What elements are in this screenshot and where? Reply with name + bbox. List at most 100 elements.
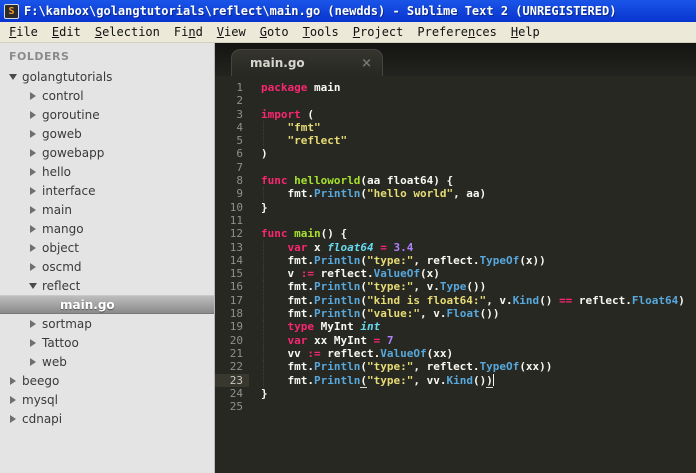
code-line-22[interactable]: 22 fmt.Println("type:", reflect.TypeOf(x… bbox=[215, 360, 696, 374]
line-code: fmt.Println("type:", v.Type()) bbox=[261, 280, 487, 294]
line-number: 15 bbox=[229, 267, 243, 281]
tree-item-label: reflect bbox=[42, 278, 81, 293]
code-line-23[interactable]: 23 fmt.Println("type:", vv.Kind()) bbox=[215, 373, 696, 388]
code-line-4[interactable]: 4 "fmt" bbox=[215, 120, 696, 135]
tree-item-goweb[interactable]: goweb bbox=[0, 124, 214, 143]
tree-item-beego[interactable]: beego bbox=[0, 371, 214, 390]
indent-guide bbox=[263, 280, 264, 294]
main-area: FOLDERS golangtutorials control goroutine g… bbox=[0, 43, 696, 473]
expand-arrow-icon[interactable] bbox=[28, 317, 42, 331]
menu-item-tools[interactable]: Tools bbox=[296, 23, 346, 41]
code-line-5[interactable]: 5 "reflect" bbox=[215, 134, 696, 148]
code-line-19[interactable]: 19 type MyInt int bbox=[215, 320, 696, 334]
menu-item-project[interactable]: Project bbox=[346, 23, 411, 41]
line-code: } bbox=[261, 386, 268, 400]
expand-arrow-icon[interactable] bbox=[28, 108, 42, 122]
tree-item-oscmd[interactable]: oscmd bbox=[0, 257, 214, 276]
menu-item-edit[interactable]: Edit bbox=[45, 23, 88, 41]
expand-arrow-icon[interactable] bbox=[28, 260, 42, 274]
tree-item-main-go[interactable]: main.go bbox=[0, 295, 214, 314]
expand-arrow-icon[interactable] bbox=[28, 127, 42, 141]
indent-guide bbox=[263, 120, 264, 135]
code-line-17[interactable]: 17 fmt.Println("kind is float64:", v.Kin… bbox=[215, 293, 696, 308]
expand-arrow-icon[interactable] bbox=[8, 393, 22, 407]
code-line-1[interactable]: 1 package main bbox=[215, 81, 696, 94]
line-number: 7 bbox=[236, 160, 243, 174]
tree-item-gowebapp[interactable]: gowebapp bbox=[0, 143, 214, 162]
tab-close-icon[interactable]: × bbox=[361, 57, 372, 70]
editor[interactable]: 1 package main 2 3 import (4 "fmt" 5 "reflect… bbox=[215, 76, 696, 473]
menu-item-find[interactable]: Find bbox=[167, 23, 210, 41]
code-line-18[interactable]: 18 fmt.Println("value:", v.Float()) bbox=[215, 307, 696, 321]
code-line-20[interactable]: 20 var xx MyInt = 7 bbox=[215, 333, 696, 347]
code-line-14[interactable]: 14 fmt.Println("type:", reflect.TypeOf(x… bbox=[215, 253, 696, 268]
line-code: package main bbox=[261, 81, 341, 94]
expand-arrow-icon[interactable] bbox=[28, 184, 42, 198]
tree-item-interface[interactable]: interface bbox=[0, 181, 214, 200]
expand-arrow-icon[interactable] bbox=[28, 203, 42, 217]
code-line-15[interactable]: 15 v := reflect.ValueOf(x) bbox=[215, 267, 696, 281]
code-line-25[interactable]: 25 bbox=[215, 400, 696, 413]
tree-item-goroutine[interactable]: goroutine bbox=[0, 105, 214, 124]
code-line-3[interactable]: 3 import ( bbox=[215, 108, 696, 121]
line-number: 2 bbox=[236, 94, 243, 108]
menu-item-preferences[interactable]: Preferences bbox=[410, 23, 504, 41]
code-line-7[interactable]: 7 bbox=[215, 161, 696, 174]
tab-main-go[interactable]: main.go × bbox=[231, 49, 383, 76]
menu-item-goto[interactable]: Goto bbox=[253, 23, 296, 41]
tree-item-golangtutorials[interactable]: golangtutorials bbox=[0, 67, 214, 86]
expand-arrow-icon[interactable] bbox=[28, 222, 42, 236]
tree-item-control[interactable]: control bbox=[0, 86, 214, 105]
text-caret bbox=[492, 373, 494, 386]
menu-item-file[interactable]: File bbox=[2, 23, 45, 41]
code-line-24[interactable]: 24} bbox=[215, 387, 696, 400]
expand-arrow-icon[interactable] bbox=[28, 355, 42, 369]
line-number: 20 bbox=[229, 333, 243, 347]
tree-item-label: hello bbox=[42, 164, 71, 179]
tree-item-sortmap[interactable]: sortmap bbox=[0, 314, 214, 333]
menu-item-help[interactable]: Help bbox=[504, 23, 547, 41]
expand-arrow-icon[interactable] bbox=[28, 146, 42, 160]
expand-arrow-icon[interactable] bbox=[8, 412, 22, 426]
collapse-arrow-icon[interactable] bbox=[8, 70, 22, 84]
expand-arrow-icon[interactable] bbox=[28, 165, 42, 179]
code-line-21[interactable]: 21 vv := reflect.ValueOf(xx) bbox=[215, 346, 696, 361]
line-number: 3 bbox=[236, 107, 243, 121]
code-line-2[interactable]: 2 bbox=[215, 94, 696, 107]
tree-item-label: goweb bbox=[42, 126, 82, 141]
code-line-8[interactable]: 8 func helloworld(aa float64) { bbox=[215, 174, 696, 187]
tree-item-object[interactable]: object bbox=[0, 238, 214, 257]
line-number: 11 bbox=[229, 213, 243, 227]
expand-arrow-icon[interactable] bbox=[28, 89, 42, 103]
line-code: fmt.Println("type:", reflect.TypeOf(x)) bbox=[261, 253, 546, 268]
line-code: var xx MyInt = 7 bbox=[249, 333, 393, 347]
code-line-13[interactable]: 13 var x float64 = 3.4 bbox=[215, 240, 696, 254]
code-line-12[interactable]: 12 func main() { bbox=[215, 227, 696, 240]
tree-item-mysql[interactable]: mysql bbox=[0, 390, 214, 409]
code-line-16[interactable]: 16 fmt.Println("type:", v.Type()) bbox=[215, 280, 696, 294]
indent-guide bbox=[263, 253, 264, 268]
code-line-9[interactable]: 9 fmt.Println("hello world", aa) bbox=[215, 187, 696, 201]
tree-item-tattoo[interactable]: Tattoo bbox=[0, 333, 214, 352]
code-line-11[interactable]: 11 bbox=[215, 214, 696, 227]
line-code: fmt.Println("type:", vv.Kind()) bbox=[261, 373, 494, 388]
expand-arrow-icon[interactable] bbox=[8, 374, 22, 388]
tree-item-cdnapi[interactable]: cdnapi bbox=[0, 409, 214, 428]
menu-item-selection[interactable]: Selection bbox=[88, 23, 167, 41]
tree-item-main[interactable]: main bbox=[0, 200, 214, 219]
expand-arrow-icon[interactable] bbox=[28, 336, 42, 350]
tree-item-hello[interactable]: hello bbox=[0, 162, 214, 181]
tree-item-web[interactable]: web bbox=[0, 352, 214, 371]
code-line-6[interactable]: 6) bbox=[215, 147, 696, 160]
tree-item-reflect[interactable]: reflect bbox=[0, 276, 214, 295]
collapse-arrow-icon[interactable] bbox=[28, 279, 42, 293]
folder-tree: golangtutorials control goroutine goweb gowe… bbox=[0, 67, 214, 428]
tree-item-mango[interactable]: mango bbox=[0, 219, 214, 238]
menu-item-view[interactable]: View bbox=[210, 23, 253, 41]
indent-guide bbox=[263, 134, 264, 148]
code-line-10[interactable]: 10} bbox=[215, 201, 696, 214]
expand-arrow-icon[interactable] bbox=[28, 241, 42, 255]
window-title: F:\kanbox\golangtutorials\reflect\main.g… bbox=[24, 4, 617, 18]
line-number: 13 bbox=[229, 240, 243, 254]
sublime-text-icon: S bbox=[4, 3, 19, 19]
